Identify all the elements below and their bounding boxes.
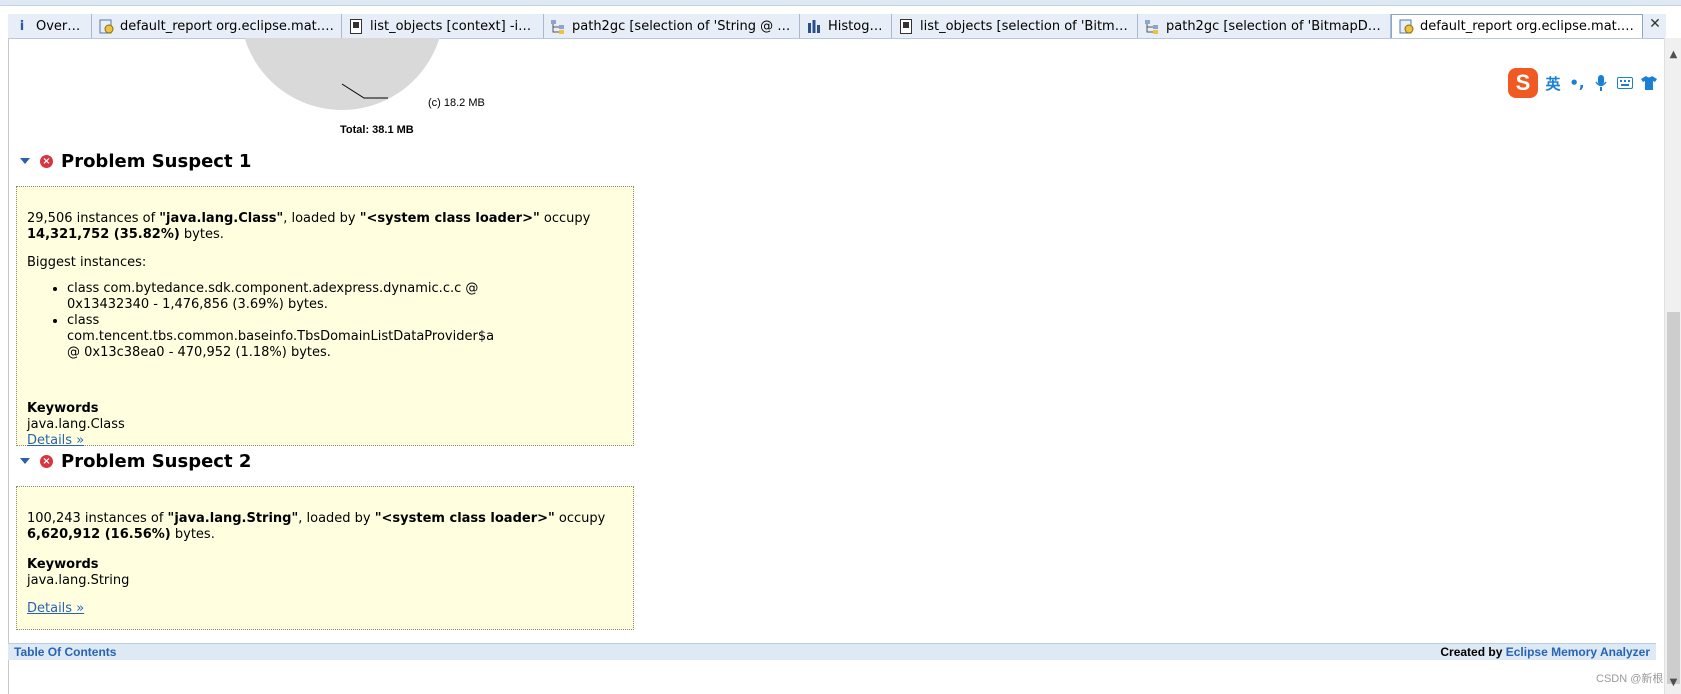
biggest-instances-label: Biggest instances: [27, 255, 147, 270]
problem-suspect-2-panel: 100,243 instances of "java.lang.String",… [16, 486, 634, 630]
scrollbar-thumb[interactable] [1667, 312, 1680, 684]
report-icon [1398, 19, 1414, 35]
microphone-icon[interactable] [1592, 74, 1610, 92]
keywords-value: java.lang.String [27, 573, 130, 588]
list-item: class com.tencent.tbs.common.baseinfo.Tb… [67, 313, 507, 361]
editor-tab-bar: i Overview default_report org.eclipse.mat.… [8, 14, 1666, 39]
window-top-strip [0, 0, 1681, 6]
keywords-label: Keywords [27, 401, 99, 416]
suspect-1-summary: 29,506 instances of "java.lang.Class", l… [27, 211, 591, 242]
created-by: Created by Eclipse Memory Analyzer [1440, 645, 1650, 659]
tab-5[interactable]: Histogram [800, 14, 892, 38]
biggest-instances-list: class com.bytedance.sdk.component.adexpr… [27, 281, 507, 361]
report-content: (c) 18.2 MB Total: 38.1 MB × Problem Sus… [8, 38, 1664, 694]
tab-6[interactable]: list_objects [selection of 'BitmapDra... [892, 14, 1138, 38]
tab-label: list_objects [selection of 'BitmapDra... [920, 18, 1131, 34]
problem-suspect-1-header[interactable]: × Problem Suspect 1 [18, 148, 251, 174]
details-link[interactable]: Details » [27, 601, 84, 616]
tree-icon [1144, 18, 1160, 34]
class-loader: "<system class loader>" [374, 511, 555, 526]
list-item: class com.bytedance.sdk.component.adexpr… [67, 281, 507, 313]
tab-4[interactable]: path2gc [selection of 'String @ 0x76... [544, 14, 800, 38]
retained-bytes: 6,620,912 (16.56%) [27, 527, 171, 542]
keywords-label: Keywords [27, 557, 99, 572]
skin-shirt-icon[interactable] [1640, 74, 1658, 92]
problem-suspect-1-title: Problem Suspect 1 [61, 150, 252, 172]
tab-1[interactable]: i Overview [8, 14, 92, 38]
keyboard-icon[interactable] [1616, 74, 1634, 92]
tab-label: Overview [36, 18, 85, 34]
ime-language-toggle[interactable]: 英 [1544, 74, 1562, 93]
collapse-toggle-icon[interactable] [18, 154, 32, 168]
details-link[interactable]: Details » [27, 433, 84, 448]
scroll-down-icon[interactable]: ▼ [1665, 674, 1681, 691]
pie-slice-label: (c) 18.2 MB [428, 97, 485, 109]
tab-label: path2gc [selection of 'String @ 0x76... [572, 18, 793, 34]
tab-label: Histogram [828, 18, 885, 34]
class-name: "java.lang.String" [167, 511, 299, 526]
tab-label: default_report org.eclipse.mat.api:sus..… [120, 18, 335, 34]
report-icon [98, 18, 114, 34]
histogram-icon [806, 18, 822, 34]
tab-label: path2gc [selection of 'BitmapDrawab... [1166, 18, 1384, 34]
problem-suspect-2-title: Problem Suspect 2 [61, 450, 252, 472]
tab-2[interactable]: default_report org.eclipse.mat.api:sus..… [92, 14, 342, 38]
info-icon: i [19, 18, 25, 34]
collapse-toggle-icon[interactable] [18, 454, 32, 468]
watermark: CSDN @新根 [1596, 673, 1664, 685]
tab-7[interactable]: path2gc [selection of 'BitmapDrawab... [1138, 14, 1391, 38]
tree-icon [550, 18, 566, 34]
tab-3[interactable]: list_objects [context] -inbound [342, 14, 544, 38]
close-tab-icon[interactable]: ✕ [1648, 17, 1662, 31]
keywords-value: java.lang.Class [27, 417, 125, 432]
eclipse-mat-link[interactable]: Eclipse Memory Analyzer [1506, 645, 1650, 659]
class-loader: "<system class loader>" [359, 211, 540, 226]
suspect-2-summary: 100,243 instances of "java.lang.String",… [27, 511, 606, 542]
class-name: "java.lang.Class" [159, 211, 284, 226]
query-icon [348, 18, 364, 34]
punctuation-icon[interactable]: •, [1568, 74, 1586, 92]
scroll-up-icon[interactable]: ▲ [1665, 46, 1681, 63]
tab-8[interactable]: default_report org.eclipse.mat.api:sus..… [1391, 14, 1643, 38]
error-icon: × [40, 154, 53, 168]
ime-toolbar: S 英 •, [1508, 68, 1681, 98]
pie-chart [244, 38, 440, 110]
table-of-contents-link[interactable]: Table Of Contents [14, 645, 116, 659]
report-footer: Table Of Contents Created by Eclipse Mem… [8, 643, 1656, 660]
query-icon [898, 18, 914, 34]
retained-bytes: 14,321,752 (35.82%) [27, 227, 180, 242]
problem-suspect-1-panel: 29,506 instances of "java.lang.Class", l… [16, 186, 634, 448]
pie-total-label: Total: 38.1 MB [340, 124, 414, 136]
tab-label: default_report org.eclipse.mat.api:sus..… [1420, 19, 1636, 34]
sogou-logo-icon[interactable]: S [1508, 68, 1538, 98]
problem-suspect-2-header[interactable]: × Problem Suspect 2 [18, 448, 251, 474]
pie-chart-area: (c) 18.2 MB Total: 38.1 MB [8, 38, 648, 138]
tab-label: list_objects [context] -inbound [370, 18, 537, 34]
vertical-scrollbar[interactable]: ▲ ▼ [1664, 38, 1681, 694]
error-icon: × [40, 454, 53, 468]
